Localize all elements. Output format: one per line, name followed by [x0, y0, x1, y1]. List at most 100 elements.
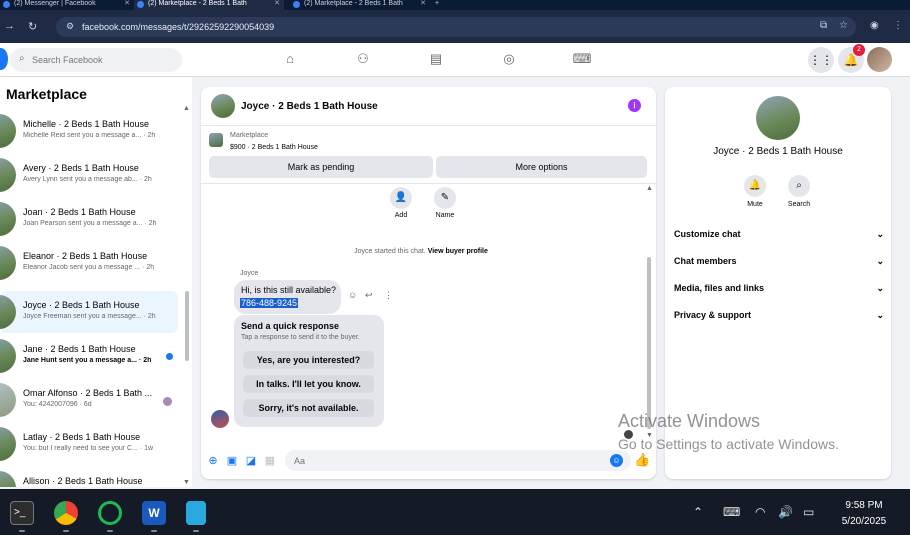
new-tab-button[interactable]: +: [432, 0, 446, 10]
tray-overflow-chevron-icon[interactable]: ⌃: [693, 505, 703, 519]
browser-tab-marketplace-1[interactable]: (2) Marketplace - 2 Beds 1 Bath ✕: [134, 0, 284, 10]
facebook-favicon-icon: [3, 1, 10, 8]
add-action[interactable]: 👤 Add: [385, 187, 417, 219]
conversation-item-selected[interactable]: Joyce · 2 Beds 1 Bath House Joyce Freema…: [0, 291, 178, 333]
marketplace-conversation-list: Marketplace ▲ ▼ Michelle · 2 Beds 1 Bath…: [0, 77, 192, 487]
section-privacy-support[interactable]: Privacy & support ⌄: [674, 306, 884, 324]
mark-as-pending-button[interactable]: Mark as pending: [209, 156, 433, 178]
address-bar[interactable]: ⚙ facebook.com/messages/t/29262592290054…: [56, 17, 856, 37]
site-info-icon[interactable]: ⚙: [66, 21, 74, 32]
conversation-item[interactable]: Michelle · 2 Beds 1 Bath House Michelle …: [0, 110, 178, 152]
profile-icon[interactable]: ◉: [870, 20, 879, 31]
add-person-icon: 👤: [390, 187, 412, 209]
conversation-item[interactable]: Latlay · 2 Beds 1 Bath House You: but I …: [0, 423, 178, 465]
browser-tab-marketplace-2[interactable]: (2) Marketplace - 2 Beds 1 Bath ✕: [290, 0, 430, 10]
message-bubble[interactable]: Hi, is this still available? 786-488-924…: [234, 280, 341, 314]
bell-icon: 🔔: [744, 175, 766, 197]
chat-avatar[interactable]: [211, 94, 235, 118]
word-icon[interactable]: W: [142, 501, 166, 525]
chat-scrollbar-thumb[interactable]: [647, 257, 651, 429]
section-customize-chat[interactable]: Customize chat ⌄: [674, 225, 884, 243]
quick-response-button[interactable]: Sorry, it's not available.: [243, 399, 374, 417]
chrome-icon[interactable]: [54, 501, 78, 525]
sticker-icon[interactable]: ◪: [244, 454, 258, 468]
message-composer[interactable]: ☺: [285, 450, 631, 471]
install-app-icon[interactable]: ⧉: [820, 20, 827, 31]
details-avatar[interactable]: [756, 96, 800, 140]
message-phone-selected[interactable]: 786-488-9245: [240, 298, 299, 308]
quick-response-subtitle: Tap a response to send it to the buyer.: [241, 334, 360, 341]
sidebar-scrollbar-thumb[interactable]: [185, 291, 189, 361]
forward-icon[interactable]: →: [4, 20, 15, 32]
chevron-down-icon: ⌄: [876, 229, 884, 239]
browser-tab-messenger[interactable]: (2) Messenger | Facebook ✕: [0, 0, 134, 10]
scroll-down-arrow-icon[interactable]: ▼: [183, 479, 190, 486]
friends-icon[interactable]: ⚇: [353, 51, 373, 69]
name-action[interactable]: ✎ Name: [429, 187, 461, 219]
browser-menu-icon[interactable]: ⋮: [893, 20, 903, 31]
battery-icon[interactable]: ▭: [803, 505, 814, 519]
plus-circle-icon[interactable]: ⊕: [206, 454, 220, 468]
search-action[interactable]: ⌕ Search: [779, 175, 819, 208]
conversation-item[interactable]: Eleanor · 2 Beds 1 Bath House Eleanor Ja…: [0, 242, 178, 284]
account-avatar[interactable]: [867, 47, 892, 72]
bookmark-star-icon[interactable]: ☆: [839, 20, 848, 31]
listing-thumbnail[interactable]: [209, 133, 223, 147]
groups-icon[interactable]: ◎: [499, 51, 519, 69]
gaming-icon[interactable]: ⌨: [572, 51, 592, 69]
quick-response-card: Send a quick response Tap a response to …: [234, 315, 384, 427]
info-icon[interactable]: i: [628, 99, 641, 112]
url-text[interactable]: facebook.com/messages/t/2926259229005403…: [82, 22, 274, 32]
section-media-files-links[interactable]: Media, files and links ⌄: [674, 279, 884, 297]
more-options-button[interactable]: More options: [436, 156, 647, 178]
more-icon[interactable]: ⋮: [384, 290, 393, 301]
section-chat-members[interactable]: Chat members ⌄: [674, 252, 884, 270]
marketplace-icon[interactable]: ▤: [426, 51, 446, 69]
image-icon[interactable]: ▣: [225, 454, 239, 468]
windows-taskbar: >_ W ⌃ ⌨ ◠ 🔊 ▭ 9:58 PM 5/20/2025: [0, 489, 910, 535]
app-ring-icon[interactable]: [98, 501, 122, 525]
terminal-icon[interactable]: >_: [10, 501, 34, 525]
buyer-avatar[interactable]: [211, 410, 229, 428]
quick-response-button[interactable]: In talks. I'll let you know.: [243, 375, 374, 393]
keyboard-icon[interactable]: ⌨: [723, 505, 740, 519]
scroll-up-arrow-icon[interactable]: ▲: [646, 185, 653, 192]
chat-started-notice: Joyce started this chat. View buyer prof…: [354, 248, 488, 255]
system-clock[interactable]: 9:58 PM 5/20/2025: [832, 498, 896, 530]
volume-icon[interactable]: 🔊: [778, 505, 793, 519]
react-emoji-icon[interactable]: ☺: [348, 290, 357, 300]
home-icon[interactable]: ⌂: [280, 51, 300, 69]
chevron-down-icon: ⌄: [876, 283, 884, 293]
conversation-item-unread[interactable]: Jane · 2 Beds 1 Bath House Jane Hunt sen…: [0, 335, 178, 377]
listing-price-title[interactable]: $900 · 2 Beds 1 Bath House: [230, 144, 318, 151]
emoji-icon[interactable]: ☺: [610, 454, 623, 467]
reply-icon[interactable]: ↩: [365, 290, 373, 301]
reload-icon[interactable]: ↻: [28, 20, 37, 33]
unread-dot-icon: [166, 353, 173, 360]
chat-panel: Joyce · 2 Beds 1 Bath House i Marketplac…: [201, 87, 656, 479]
conversation-item[interactable]: Allison · 2 Beds 1 Bath House: [0, 467, 178, 487]
notepad-icon[interactable]: [186, 501, 206, 525]
conversation-item[interactable]: Omar Alfonso · 2 Beds 1 Bath ... You: 42…: [0, 379, 178, 421]
conversation-item[interactable]: Avery · 2 Beds 1 Bath House Avery Lynn s…: [0, 154, 178, 196]
message-input[interactable]: [294, 450, 594, 471]
search-input[interactable]: [32, 48, 177, 72]
mute-action[interactable]: 🔔 Mute: [735, 175, 775, 208]
menu-grid-icon[interactable]: ⋮⋮: [808, 47, 834, 73]
listing-avatar: [0, 339, 16, 373]
view-buyer-profile-link[interactable]: View buyer profile: [428, 248, 488, 255]
facebook-search[interactable]: ⌕: [10, 48, 182, 72]
like-thumbs-up-icon[interactable]: 👍: [634, 452, 650, 468]
message-text: Hi, is this still available?: [241, 285, 337, 295]
listing-avatar: [0, 158, 16, 192]
close-tab-icon[interactable]: ✕: [124, 0, 130, 8]
chat-title[interactable]: Joyce · 2 Beds 1 Bath House: [241, 101, 378, 112]
close-tab-icon[interactable]: ✕: [420, 0, 426, 8]
listing-avatar: [0, 246, 16, 280]
close-tab-icon[interactable]: ✕: [274, 0, 280, 8]
conversation-item[interactable]: Joan · 2 Beds 1 Bath House Joan Pearson …: [0, 198, 178, 240]
gif-icon[interactable]: ▦: [263, 454, 277, 468]
quick-response-button[interactable]: Yes, are you interested?: [243, 351, 374, 369]
scroll-up-arrow-icon[interactable]: ▲: [183, 105, 190, 112]
wifi-icon[interactable]: ◠: [755, 505, 765, 519]
